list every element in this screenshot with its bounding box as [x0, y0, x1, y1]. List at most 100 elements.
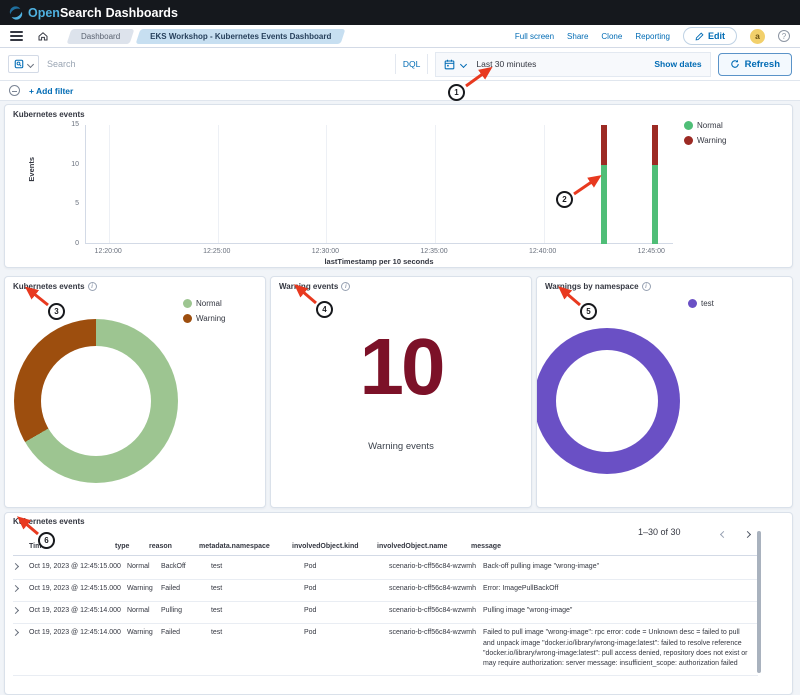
panel-title: Kubernetes events — [13, 517, 85, 526]
cell-type: Warning — [127, 628, 161, 669]
bar-segment-normal[interactable] — [652, 165, 658, 244]
expand-row-icon[interactable] — [12, 607, 19, 614]
legend-item-test[interactable]: test — [688, 299, 714, 308]
add-filter-button[interactable]: + Add filter — [29, 86, 73, 96]
opensearch-logo-icon — [9, 6, 23, 20]
header-expander-spacer — [13, 542, 29, 552]
cell-name: scenario-b-cff56c84-wzwmh — [389, 606, 483, 617]
chevron-left-icon — [719, 530, 726, 537]
x-tick-label: 12:40:00 — [529, 248, 556, 255]
gridline — [218, 125, 219, 243]
gridline — [326, 125, 327, 243]
legend-label: Normal — [697, 121, 723, 130]
cell-kind: Pod — [304, 606, 389, 617]
donut-legend: Normal Warning — [183, 299, 226, 329]
expand-row-icon[interactable] — [12, 629, 19, 636]
home-icon[interactable] — [37, 30, 49, 42]
refresh-button[interactable]: Refresh — [718, 53, 792, 76]
avatar[interactable]: a — [750, 29, 765, 44]
legend-label: Normal — [196, 299, 222, 308]
cell-ns: test — [211, 606, 304, 617]
panel-events-histogram: Kubernetes events Events lastTimestamp p… — [4, 104, 793, 268]
query-language-button[interactable]: DQL — [403, 59, 420, 69]
menu-icon[interactable] — [10, 31, 23, 41]
panel-title: Kubernetes events — [13, 110, 85, 119]
cell-kind: Pod — [304, 584, 389, 595]
share-link[interactable]: Share — [567, 32, 588, 41]
cell-time: Oct 19, 2023 @ 12:45:15.000 — [29, 562, 127, 573]
x-axis-label: lastTimestamp per 10 seconds — [85, 257, 673, 266]
previous-page-button[interactable] — [717, 528, 729, 540]
legend-item-warning[interactable]: Warning — [183, 314, 226, 323]
table-scrollbar[interactable] — [757, 531, 761, 673]
show-dates-button[interactable]: Show dates — [654, 59, 701, 69]
breadcrumb-current-dashboard[interactable]: EKS Workshop - Kubernetes Events Dashboa… — [138, 29, 343, 44]
x-tick-label: 12:20:00 — [95, 248, 122, 255]
donut-legend: test — [688, 299, 714, 314]
gridline — [109, 125, 110, 243]
bar-segment-warning[interactable] — [601, 125, 607, 165]
help-icon[interactable]: ? — [778, 30, 790, 42]
time-range-button[interactable]: Last 30 minutes — [476, 59, 536, 69]
cell-type: Normal — [127, 562, 161, 573]
info-icon[interactable]: i — [642, 282, 651, 291]
refresh-button-label: Refresh — [745, 59, 780, 70]
expand-row-icon[interactable] — [12, 585, 19, 592]
info-icon[interactable]: i — [88, 282, 97, 291]
y-tick-label: 5 — [57, 200, 79, 207]
next-page-button[interactable] — [741, 528, 753, 540]
legend-dot — [183, 299, 192, 308]
legend-dot — [183, 314, 192, 323]
legend-item-normal[interactable]: Normal — [684, 121, 727, 130]
table-header-row: Time↓typereasonmetadata.namespaceinvolve… — [13, 542, 758, 556]
reporting-link[interactable]: Reporting — [635, 32, 670, 41]
legend-label: test — [701, 299, 714, 308]
cell-ns: test — [211, 584, 304, 595]
expand-row-icon[interactable] — [12, 563, 19, 570]
warnings-by-namespace-donut[interactable] — [536, 328, 680, 474]
expander-cell — [13, 606, 29, 617]
legend-item-warning[interactable]: Warning — [684, 136, 727, 145]
cell-kind: Pod — [304, 628, 389, 669]
clone-link[interactable]: Clone — [601, 32, 622, 41]
legend-dot — [684, 121, 693, 130]
column-header-reason: reason — [149, 542, 199, 552]
gridline — [544, 125, 545, 243]
date-picker: Last 30 minutes Show dates — [435, 52, 710, 77]
divider — [427, 54, 428, 74]
query-bar: DQL Last 30 minutes Show dates Refresh — [0, 48, 800, 81]
filter-options-icon[interactable] — [9, 85, 20, 96]
logo-text-dashboards: Dashboards — [106, 6, 178, 20]
calendar-icon[interactable] — [444, 59, 455, 70]
cell-type: Warning — [127, 584, 161, 595]
full-screen-link[interactable]: Full screen — [515, 32, 554, 41]
bar-segment-warning[interactable] — [652, 125, 658, 165]
expander-cell — [13, 628, 29, 669]
panel-title: Warnings by namespace — [545, 282, 639, 291]
opensearch-dashboards-app: OpenSearchDashboards Dashboard EKS Works… — [0, 0, 800, 695]
cell-time: Oct 19, 2023 @ 12:45:15.000 — [29, 584, 127, 595]
legend-item-normal[interactable]: Normal — [183, 299, 226, 308]
table-row: Oct 19, 2023 @ 12:45:15.000NormalBackOff… — [13, 558, 758, 580]
dashboard-canvas: Kubernetes events Events lastTimestamp p… — [0, 101, 800, 695]
logo-text-open: Open — [28, 6, 60, 20]
legend-dot — [684, 136, 693, 145]
annotation-marker-4: 4 — [316, 301, 333, 318]
histogram-plot-area — [85, 125, 673, 244]
cell-time: Oct 19, 2023 @ 12:45:14.000 — [29, 606, 127, 617]
top-bar: OpenSearchDashboards — [0, 0, 800, 25]
x-tick-label: 12:35:00 — [420, 248, 447, 255]
donut-hole — [556, 350, 658, 452]
info-icon[interactable]: i — [341, 282, 350, 291]
expander-cell — [13, 562, 29, 573]
chevron-down-icon[interactable] — [460, 60, 467, 67]
events-by-type-donut[interactable] — [14, 319, 178, 483]
breadcrumb-dashboard[interactable]: Dashboard — [69, 29, 132, 44]
search-input[interactable] — [47, 59, 388, 69]
y-tick-label: 10 — [57, 161, 79, 168]
saved-query-menu[interactable] — [8, 55, 39, 73]
expander-cell — [13, 584, 29, 595]
edit-button[interactable]: Edit — [683, 27, 737, 45]
bar-segment-normal[interactable] — [601, 165, 607, 244]
opensearch-logo[interactable]: OpenSearchDashboards — [9, 6, 178, 20]
